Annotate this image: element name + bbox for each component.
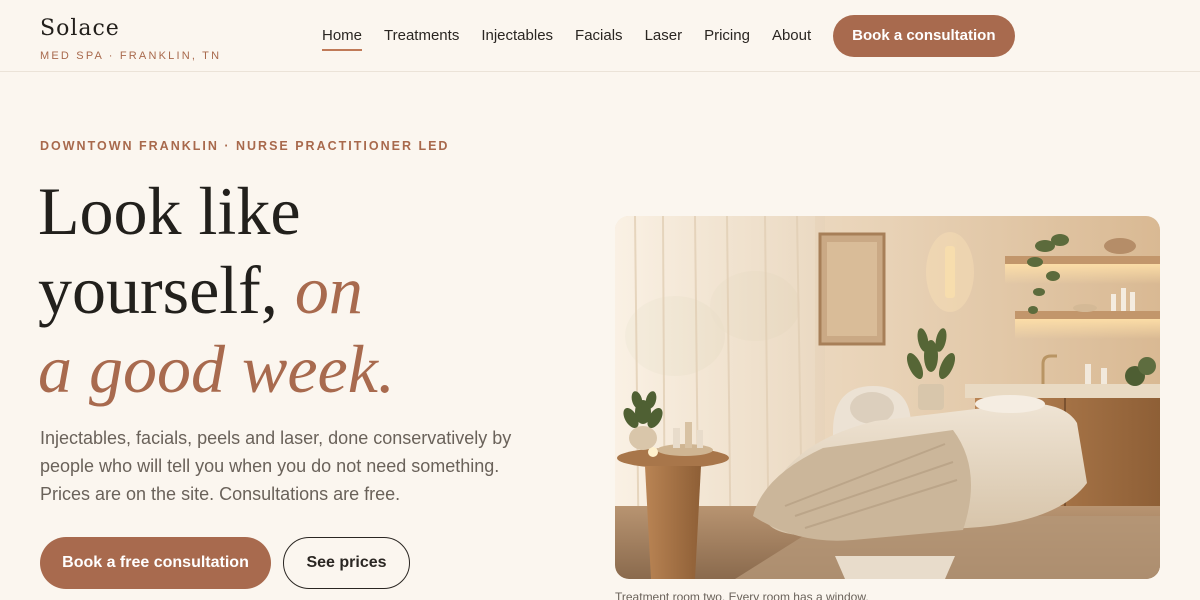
- headline-line-2: yourself,: [38, 252, 278, 328]
- nav-item-treatments[interactable]: Treatments: [384, 15, 459, 57]
- site-header: Solace MED SPA · FRANKLIN, TN Home Treat…: [0, 0, 1200, 72]
- see-prices-button[interactable]: See prices: [283, 537, 410, 589]
- book-free-consultation-button[interactable]: Book a free consultation: [40, 537, 271, 589]
- nav-item-pricing[interactable]: Pricing: [704, 15, 750, 57]
- headline-line-1: Look like: [38, 173, 301, 249]
- brand-logo[interactable]: Solace MED SPA · FRANKLIN, TN: [40, 16, 221, 62]
- hero-description: Injectables, facials, peels and laser, d…: [40, 428, 512, 504]
- nav-item-laser[interactable]: Laser: [645, 15, 683, 57]
- nav-item-facials[interactable]: Facials: [575, 15, 623, 57]
- nav-item-injectables[interactable]: Injectables: [481, 15, 553, 57]
- image-caption: Treatment room two. Every room has a win…: [615, 590, 869, 600]
- main-nav: Home Treatments Injectables Facials Lase…: [322, 15, 1015, 57]
- headline-accent-2: a good week.: [38, 331, 395, 407]
- headline-accent-1: on: [294, 252, 363, 328]
- nav-item-about[interactable]: About: [772, 15, 811, 57]
- brand-name: Solace: [40, 16, 120, 41]
- treatment-room-image: [615, 216, 1160, 579]
- brand-tagline: MED SPA · FRANKLIN, TN: [40, 50, 222, 62]
- hero-eyebrow: DOWNTOWN FRANKLIN · NURSE PRACTITIONER L…: [40, 139, 450, 153]
- nav-item-home[interactable]: Home: [322, 15, 363, 57]
- book-consultation-button[interactable]: Book a consultation: [833, 15, 1015, 57]
- hero-headline: Look like yourself, on a good week.: [38, 172, 598, 409]
